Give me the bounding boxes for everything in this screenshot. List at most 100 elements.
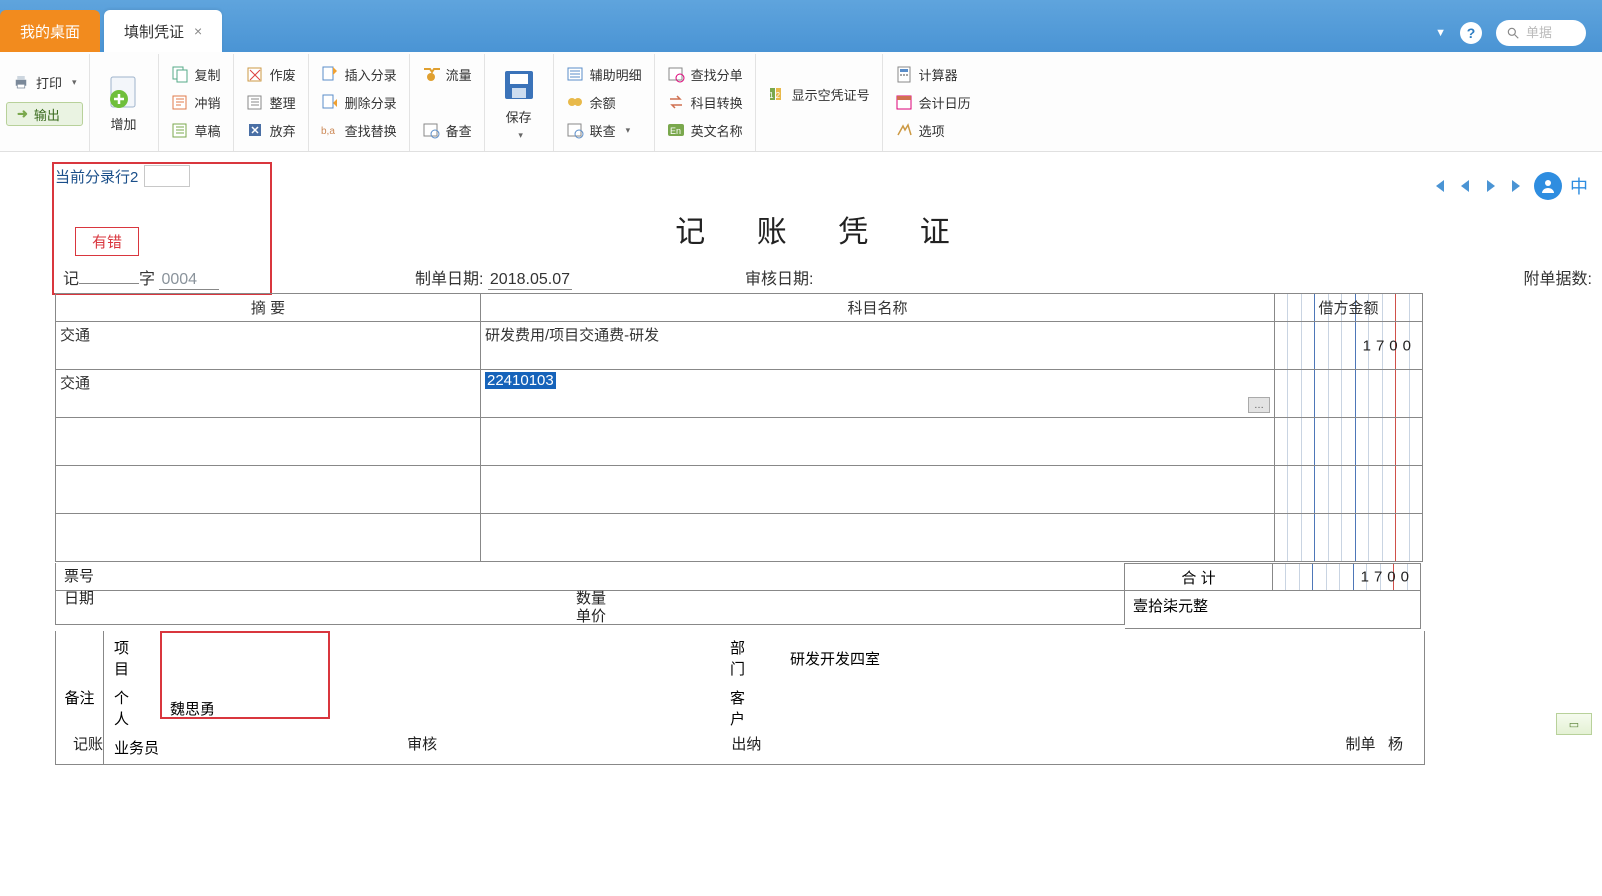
showempty-icon: 1 2 xyxy=(768,85,786,103)
cancel-icon xyxy=(246,65,264,83)
tidy-icon xyxy=(246,93,264,111)
discard-icon xyxy=(246,121,264,139)
convert-icon xyxy=(667,93,685,111)
remark-icon xyxy=(422,121,440,139)
convert-button[interactable]: 科目转换 xyxy=(661,88,749,116)
save-icon xyxy=(502,68,536,102)
footer-row: 记账 审核 出纳 制单 杨 xyxy=(73,733,1582,754)
printer-icon xyxy=(12,73,30,91)
subject-cell[interactable]: 研发费用/项目交通费-研发 xyxy=(481,322,1275,370)
debit-cell[interactable] xyxy=(1275,514,1423,562)
header-subject: 科目名称 xyxy=(481,294,1275,322)
aux-icon xyxy=(566,65,584,83)
date-qty-row: 日期 数量 单价 xyxy=(55,585,1125,625)
subject-lookup-button[interactable]: … xyxy=(1248,397,1270,413)
add-button[interactable]: 增加 xyxy=(96,60,152,147)
add-icon xyxy=(107,75,141,109)
voucher-table: 摘 要 科目名称 借方金额 交通 研发费用/项目交通费-研发 1700 交通 2… xyxy=(55,293,1423,562)
total-label: 合 计 xyxy=(1125,563,1273,591)
tab-desktop[interactable]: 我的桌面 xyxy=(0,10,100,52)
ribbon: 打印 ➜输出 增加 复制 冲销 草稿 作废 整理 放弃 插入分录 删除分录 b,… xyxy=(0,52,1602,152)
footer-mini-button[interactable]: ▭ xyxy=(1556,713,1592,735)
total-cn: 壹拾柒元整 xyxy=(1125,591,1421,629)
subject-cell[interactable]: 22410103… xyxy=(481,370,1275,418)
replace-icon: b,a xyxy=(321,121,339,139)
header-summary: 摘 要 xyxy=(56,294,481,322)
calculator-button[interactable]: 计算器 xyxy=(889,60,977,88)
reverse-icon xyxy=(171,93,189,111)
english-button[interactable]: En英文名称 xyxy=(661,116,749,144)
link-button[interactable]: 联查 xyxy=(560,116,648,144)
total-debit: 1700 xyxy=(1273,563,1421,591)
summary-cell[interactable]: 交通 xyxy=(56,322,481,370)
tabs-dropdown[interactable]: ▼ xyxy=(1435,27,1446,39)
calendar-icon xyxy=(895,93,913,111)
summary-cell[interactable] xyxy=(56,418,481,466)
balance-icon xyxy=(566,93,584,111)
summary-cell[interactable] xyxy=(56,514,481,562)
tab-bar: 我的桌面 填制凭证 ▼ ? xyxy=(0,0,1602,52)
subject-cell[interactable] xyxy=(481,418,1275,466)
voucher-title: 记 账 凭 证 xyxy=(55,207,1592,251)
current-line-label: 当前分录行2 xyxy=(55,165,1592,187)
tidy-button[interactable]: 整理 xyxy=(240,88,302,116)
en-icon: En xyxy=(667,121,685,139)
discard-button[interactable]: 放弃 xyxy=(240,116,302,144)
voucher-number: 记 字 0004 xyxy=(63,265,219,290)
replace-button[interactable]: b,a查找替换 xyxy=(315,116,403,144)
insert-line-button[interactable]: 插入分录 xyxy=(315,60,403,88)
debit-cell[interactable] xyxy=(1275,418,1423,466)
attach-count: 附单据数: xyxy=(1524,265,1592,289)
search-icon xyxy=(1506,26,1520,40)
save-button[interactable]: 保存 xyxy=(491,60,547,147)
remark-lookup-button[interactable]: 备查 xyxy=(416,116,478,144)
delete-line-button[interactable]: 删除分录 xyxy=(315,88,403,116)
export-icon: ➜ xyxy=(17,106,28,122)
voucher-form: 当前分录行2 有错 记 字 0004 记 账 凭 证 制单日期: 2018.05… xyxy=(55,165,1592,187)
copy-icon xyxy=(171,65,189,83)
dept-value[interactable]: 研发开发四室 xyxy=(790,648,1414,669)
header-debit: 借方金额 xyxy=(1275,294,1423,322)
reverse-button[interactable]: 冲销 xyxy=(165,88,227,116)
copy-button[interactable]: 复制 xyxy=(165,60,227,88)
find-icon xyxy=(667,65,685,83)
prep-date-input[interactable]: 2018.05.07 xyxy=(488,271,572,290)
debit-cell[interactable]: 1700 xyxy=(1275,322,1423,370)
summary-cell[interactable]: 交通 xyxy=(56,370,481,418)
export-button[interactable]: ➜输出 xyxy=(6,102,83,126)
help-button[interactable]: ? xyxy=(1460,22,1482,44)
insert-icon xyxy=(321,65,339,83)
options-button[interactable]: 选项 xyxy=(889,116,977,144)
svg-text:En: En xyxy=(670,126,681,136)
debit-cell[interactable] xyxy=(1275,370,1423,418)
draft-button[interactable]: 草稿 xyxy=(165,116,227,144)
voucher-no-input[interactable]: 0004 xyxy=(159,271,219,290)
balance-button[interactable]: 余额 xyxy=(560,88,648,116)
audit-date: 审核日期: xyxy=(745,265,813,289)
subject-cell[interactable] xyxy=(481,466,1275,514)
search-input[interactable] xyxy=(1526,25,1576,40)
summary-cell[interactable] xyxy=(56,466,481,514)
draft-icon xyxy=(171,121,189,139)
svg-text:b,a: b,a xyxy=(321,126,335,137)
prep-date: 制单日期: 2018.05.07 xyxy=(415,265,572,290)
subject-cell[interactable] xyxy=(481,514,1275,562)
link-icon xyxy=(566,121,584,139)
calendar-button[interactable]: 会计日历 xyxy=(889,88,977,116)
calc-icon xyxy=(895,65,913,83)
find-entry-button[interactable]: 查找分单 xyxy=(661,60,749,88)
debit-cell[interactable] xyxy=(1275,466,1423,514)
flow-button[interactable]: 流量 xyxy=(416,60,478,88)
print-button[interactable]: 打印 xyxy=(6,68,83,96)
flow-icon xyxy=(422,65,440,83)
cancel-button[interactable]: 作废 xyxy=(240,60,302,88)
person-value[interactable]: 魏思勇 xyxy=(170,698,730,719)
options-icon xyxy=(895,121,913,139)
search-box[interactable] xyxy=(1496,20,1586,46)
current-line-input[interactable] xyxy=(144,165,190,187)
svg-text:1 2: 1 2 xyxy=(769,91,781,100)
aux-detail-button[interactable]: 辅助明细 xyxy=(560,60,648,88)
delete-icon xyxy=(321,93,339,111)
tab-voucher[interactable]: 填制凭证 xyxy=(104,10,222,52)
show-empty-button[interactable]: 1 2显示空凭证号 xyxy=(762,80,876,108)
